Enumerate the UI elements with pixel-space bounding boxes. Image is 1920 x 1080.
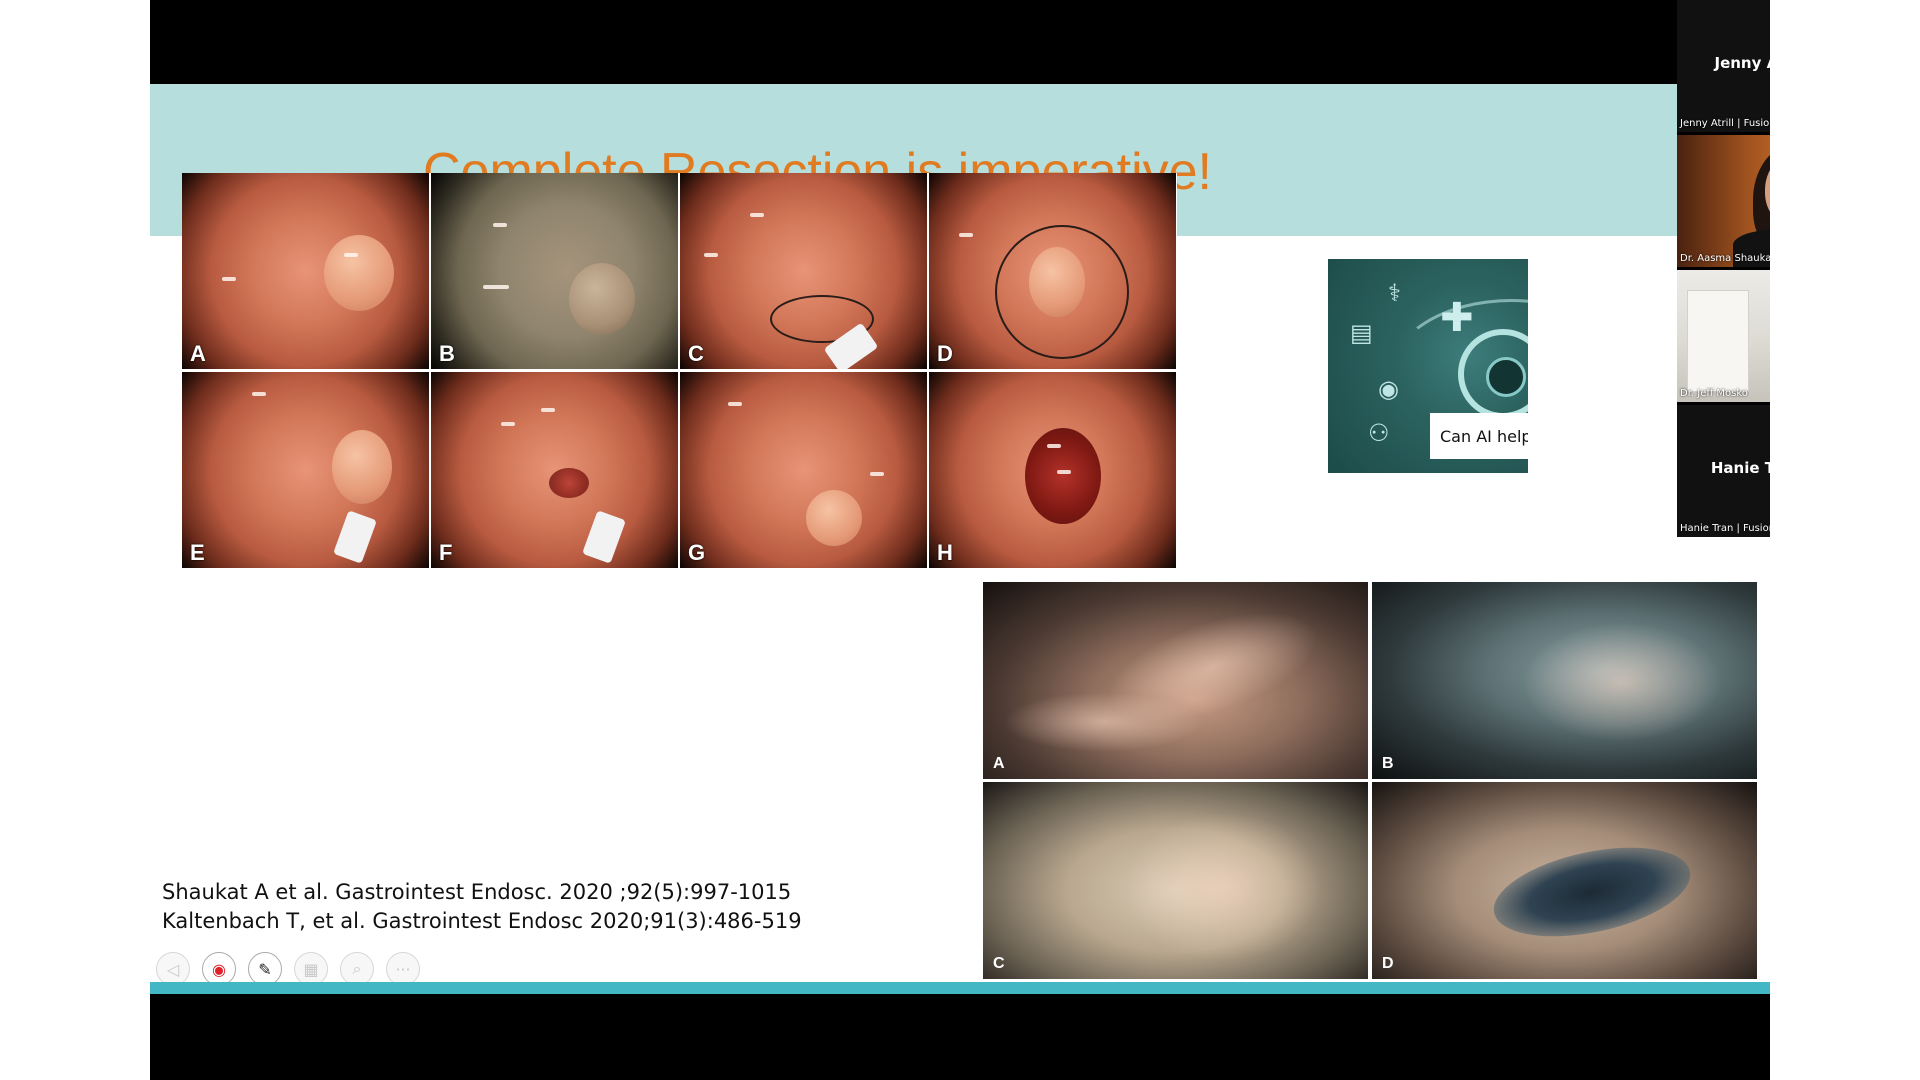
medical-cross-icon: ✚ <box>1440 295 1474 341</box>
participant-tile[interactable]: Dr. Aasma Shaukat <box>1677 135 1770 267</box>
pen-icon[interactable]: ✎ <box>248 952 282 986</box>
resection-image-d: D <box>1372 782 1757 979</box>
ai-caption: Can AI help <box>1430 413 1528 459</box>
endoscopy-image-e: E <box>182 372 429 568</box>
endoscopy-image-h: H <box>929 372 1176 568</box>
laser-pointer-icon[interactable]: ◉ <box>202 952 236 986</box>
endoscopy-image-b: B <box>431 173 678 369</box>
resection-image-a: A <box>983 582 1368 779</box>
image-letter: A <box>190 341 206 366</box>
clipboard-icon: ▤ <box>1350 319 1373 347</box>
image-letter: B <box>439 341 455 366</box>
participant-label: Dr. Aasma Shaukat <box>1680 253 1770 264</box>
image-letter: D <box>1382 955 1394 972</box>
participant-panel: Jenny Atrill | Fusi... Jenny Atrill | Fu… <box>1677 0 1770 537</box>
more-icon[interactable]: ··· <box>386 952 420 986</box>
endoscopy-image-d: D <box>929 173 1176 369</box>
image-letter: F <box>439 540 453 565</box>
stethoscope-icon: ⚕ <box>1388 279 1401 307</box>
image-letter: C <box>688 341 704 366</box>
image-letter: H <box>937 540 953 565</box>
resection-image-b: B <box>1372 582 1757 779</box>
participant-tile[interactable]: Jenny Atrill | Fusi... Jenny Atrill | Fu… <box>1677 0 1770 132</box>
screen-share-stage: Complete Resection is imperative! A B C <box>150 0 1770 1080</box>
image-letter: E <box>190 540 205 565</box>
endoscopy-image-c: C <box>680 173 927 369</box>
slide-bottom-stripe <box>150 982 1770 994</box>
citations: Shaukat A et al. Gastrointest Endosc. 20… <box>162 878 802 936</box>
participant-name: Hanie Tran | Fusio... <box>1710 459 1770 477</box>
image-letter: D <box>937 341 953 366</box>
endoscopy-grid-a: A B C D E F G H <box>182 173 1177 570</box>
participant-tile[interactable]: Hanie Tran | Fusio... Hanie Tran | Fusio… <box>1677 405 1770 537</box>
slideshow-toolbar: ◁ ◉ ✎ ▦ ⌕ ··· <box>156 952 420 986</box>
presentation-slide: Complete Resection is imperative! A B C <box>150 84 1770 994</box>
image-letter: B <box>1382 755 1394 772</box>
citation-line: Kaltenbach T, et al. Gastrointest Endosc… <box>162 909 802 933</box>
prev-arrow-icon[interactable]: ◁ <box>156 952 190 986</box>
endoscopy-image-a: A <box>182 173 429 369</box>
image-letter: A <box>993 755 1005 772</box>
endoscopy-image-g: G <box>680 372 927 568</box>
image-letter: C <box>993 955 1005 972</box>
image-letter: G <box>688 540 706 565</box>
endoscopy-image-f: F <box>431 372 678 568</box>
endoscopy-grid-b: A B C D <box>983 582 1757 980</box>
participant-label: Hanie Tran | Fusion MD <box>1680 523 1770 534</box>
participant-label: Dr. Jeff Mosko <box>1680 388 1748 399</box>
citation-line: Shaukat A et al. Gastrointest Endosc. 20… <box>162 880 792 904</box>
slides-icon[interactable]: ▦ <box>294 952 328 986</box>
doctor-icon: ⚇ <box>1368 419 1390 447</box>
pill-icon: ◉ <box>1378 375 1399 403</box>
resection-image-c: C <box>983 782 1368 979</box>
ai-help-image: ✚ ⚕ ▤ ◉ ⚇ Can AI help <box>1328 259 1528 473</box>
zoom-icon[interactable]: ⌕ <box>340 952 374 986</box>
participant-tile[interactable]: Dr. Jeff Mosko <box>1677 270 1770 402</box>
participant-name: Jenny Atrill | Fusi... <box>1714 54 1771 72</box>
participant-label: Jenny Atrill | Fusion MD <box>1680 118 1770 129</box>
